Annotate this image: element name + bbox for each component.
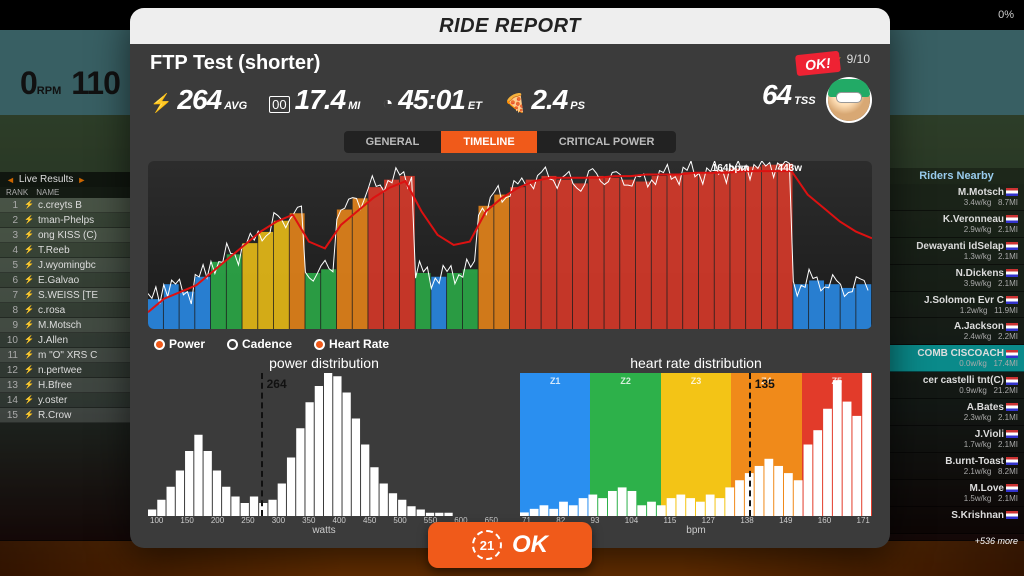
- riders-more-count: +536 more: [889, 534, 1024, 548]
- results-row[interactable]: 11⚡m "O" XRS C: [0, 348, 135, 363]
- results-row[interactable]: 14⚡y.oster: [0, 393, 135, 408]
- riders-nearby-title: Riders Nearby: [889, 168, 1024, 184]
- rider-row[interactable]: COMB CISCOACH0.0w/kg 17.4MI: [889, 345, 1024, 372]
- legend-power[interactable]: Power: [154, 337, 205, 351]
- stat-time: ◔ 45:01 ET: [382, 84, 482, 116]
- rider-row[interactable]: M.Love1.5w/kg 2.1MI: [889, 480, 1024, 507]
- results-row[interactable]: 9⚡M.Motsch: [0, 318, 135, 333]
- peak-power-label: 443w: [778, 163, 802, 174]
- chart-legend: Power Cadence Heart Rate: [130, 333, 890, 355]
- clock-icon: ◔: [382, 93, 393, 114]
- results-row[interactable]: 15⚡R.Crow: [0, 408, 135, 423]
- hr-distribution-chart: heart rate distribution Z1Z2Z3Z4Z5 135 7…: [520, 355, 872, 536]
- tab-general[interactable]: GENERAL: [344, 131, 442, 153]
- pizza-icon: 🍕: [504, 93, 526, 114]
- tab-timeline[interactable]: TIMELINE: [441, 131, 536, 153]
- watts-value: 110: [71, 65, 120, 101]
- results-row[interactable]: 12⚡n.pertwee: [0, 363, 135, 378]
- legend-cadence[interactable]: Cadence: [227, 337, 292, 351]
- level-badge: 21: [472, 530, 502, 560]
- results-row[interactable]: 2⚡tman-Phelps: [0, 213, 135, 228]
- rider-row[interactable]: J.Solomon Evr C1.2w/kg 11.9MI: [889, 292, 1024, 319]
- results-row[interactable]: 7⚡S.WEISS [TE: [0, 288, 135, 303]
- rpm-value: 0: [20, 65, 37, 101]
- results-row[interactable]: 4⚡T.Reeb: [0, 243, 135, 258]
- live-results-panel: ◄ Live Results ► RANKNAME 1⚡c.creyts B2⚡…: [0, 172, 135, 423]
- stat-distance: 00 17.4 MI: [269, 84, 360, 116]
- user-avatar: [828, 79, 870, 121]
- rider-row[interactable]: M.Motsch3.4w/kg 8.7MI: [889, 184, 1024, 211]
- rider-row[interactable]: A.Jackson2.4w/kg 2.2MI: [889, 318, 1024, 345]
- ok-button[interactable]: 21 OK: [428, 522, 592, 568]
- results-row[interactable]: 13⚡H.Bfree: [0, 378, 135, 393]
- rider-row[interactable]: S.Krishnan: [889, 507, 1024, 534]
- rider-row[interactable]: cer castelli tnt(C)0.9w/kg 21.2MI: [889, 372, 1024, 399]
- results-row[interactable]: 10⚡J.Allen: [0, 333, 135, 348]
- workout-title: FTP Test (shorter): [150, 52, 320, 75]
- peak-hr-label: 164bpm: [712, 163, 750, 174]
- stat-tss-and-avatar: 64 TSS OK!: [762, 79, 870, 121]
- stat-pizza: 🍕 2.4 PS: [504, 84, 585, 116]
- riders-nearby-panel: Riders Nearby M.Motsch3.4w/kg 8.7MIK.Ver…: [889, 168, 1024, 548]
- rider-row[interactable]: J.Violi1.7w/kg 2.1MI: [889, 426, 1024, 453]
- rider-row[interactable]: B.urnt-Toast2.1w/kg 8.2MI: [889, 453, 1024, 480]
- odometer-icon: 00: [269, 96, 289, 113]
- rider-row[interactable]: A.Bates2.3w/kg 2.1MI: [889, 399, 1024, 426]
- modal-title: RIDE REPORT: [130, 8, 890, 44]
- ride-report-modal: RIDE REPORT FTP Test (shorter) ★ 9/10 ⚡ …: [130, 8, 890, 548]
- live-metrics: 0RPM 110: [20, 65, 120, 102]
- bolt-icon: ⚡: [150, 93, 172, 114]
- progress-percent: 0%: [998, 9, 1014, 21]
- timeline-chart: 164bpm 443w: [148, 161, 872, 329]
- chevron-right-icon: ►: [77, 175, 86, 185]
- tab-critical-power[interactable]: CRITICAL POWER: [537, 131, 677, 153]
- rider-row[interactable]: Dewayanti IdSelap1.3w/kg 2.1MI: [889, 238, 1024, 265]
- power-distribution-chart: power distribution 264 10015020025030035…: [148, 355, 500, 536]
- results-row[interactable]: 1⚡c.creyts B: [0, 198, 135, 213]
- rider-row[interactable]: K.Veronneau2.9w/kg 2.1MI: [889, 211, 1024, 238]
- chevron-left-icon: ◄: [6, 175, 15, 185]
- results-row[interactable]: 8⚡c.rosa: [0, 303, 135, 318]
- results-row[interactable]: 5⚡J.wyomingbc: [0, 258, 135, 273]
- live-results-header[interactable]: ◄ Live Results ►: [0, 172, 135, 187]
- results-row[interactable]: 3⚡ong KISS (C): [0, 228, 135, 243]
- stat-avg-power: ⚡ 264 AVG: [150, 84, 247, 116]
- legend-hr[interactable]: Heart Rate: [314, 337, 389, 351]
- rider-row[interactable]: N.Dickens3.9w/kg 2.1MI: [889, 265, 1024, 292]
- report-tabs: GENERAL TIMELINE CRITICAL POWER: [130, 131, 890, 153]
- results-row[interactable]: 6⚡E.Galvao: [0, 273, 135, 288]
